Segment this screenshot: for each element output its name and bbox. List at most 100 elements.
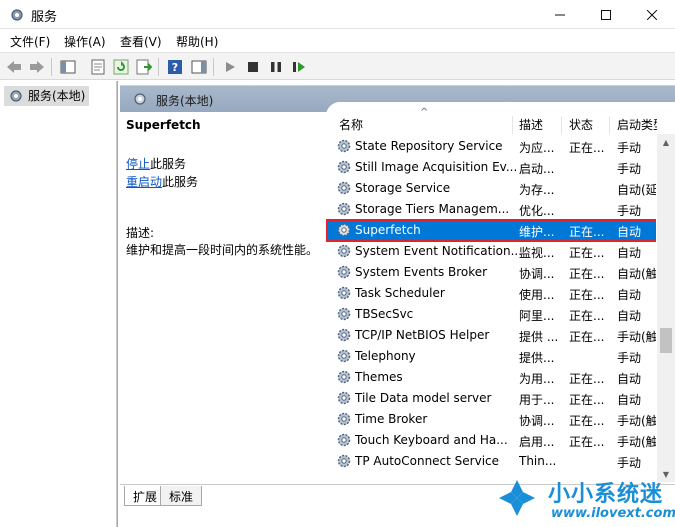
service-description: 为用... xyxy=(519,372,555,386)
service-status: 正在... xyxy=(569,267,605,281)
gear-icon xyxy=(337,307,351,321)
help-icon: ? xyxy=(168,60,182,74)
sort-ascending-icon: ^ xyxy=(420,107,429,118)
service-status: 正在... xyxy=(569,393,605,407)
service-startup-type: 自动 xyxy=(617,309,642,323)
gear-icon xyxy=(337,454,351,468)
service-row[interactable]: TP AutoConnect Service Thin... 手动 xyxy=(326,451,656,472)
pause-service-button[interactable] xyxy=(267,58,285,76)
service-row[interactable]: System Event Notification... 监视... 正在... 自动 xyxy=(326,241,656,262)
service-row[interactable]: Touch Keyboard and Ha... 启用... 正在... 手动(触..… xyxy=(326,430,656,451)
service-startup-type: 手动 xyxy=(617,351,642,365)
restart-service-button[interactable] xyxy=(290,58,308,76)
service-row[interactable]: System Events Broker 协调... 正在... 自动(触... xyxy=(326,262,656,283)
stop-service-button[interactable] xyxy=(244,58,262,76)
console-tree: 服务(本地) xyxy=(0,81,117,527)
start-service-button[interactable] xyxy=(221,58,239,76)
show-console-tree-icon xyxy=(60,60,76,74)
service-startup-type: 手动 xyxy=(617,204,642,218)
service-startup-type: 自动(延迟... xyxy=(617,183,656,197)
selected-service-title: Superfetch xyxy=(126,118,201,132)
help-button[interactable]: ? xyxy=(166,58,184,76)
menu-view[interactable]: 查看(V) xyxy=(120,33,162,50)
service-row[interactable]: Storage Service 为存... 自动(延迟... xyxy=(326,178,656,199)
scroll-up-button[interactable]: ▲ xyxy=(657,134,675,150)
column-header-description[interactable]: 描述 xyxy=(519,116,543,134)
service-row[interactable]: Time Broker 协调... 正在... 手动(触... xyxy=(326,409,656,430)
service-name: Still Image Acquisition Ev... xyxy=(355,160,518,174)
tree-item-services-local[interactable]: 服务(本地) xyxy=(4,86,90,106)
service-name: TCP/IP NetBIOS Helper xyxy=(355,328,490,342)
service-startup-type: 自动 xyxy=(617,372,642,386)
service-row[interactable]: Task Scheduler 使用... 正在... 自动 xyxy=(326,283,656,304)
tab-standard[interactable]: 标准 xyxy=(160,486,203,506)
close-button[interactable] xyxy=(629,0,675,29)
show-console-tree-button[interactable] xyxy=(59,58,77,76)
service-name: Task Scheduler xyxy=(355,286,445,300)
vertical-scrollbar[interactable]: ▲ ▼ xyxy=(657,134,675,482)
maximize-icon xyxy=(601,9,611,20)
service-status: 正在... xyxy=(569,309,605,323)
restart-service-suffix: 此服务 xyxy=(162,175,199,189)
service-description: 为应... xyxy=(519,141,555,155)
column-header-row: ^ 名称 描述 状态 启动类型 xyxy=(326,102,675,134)
services-list: ^ 名称 描述 状态 启动类型 State Repository Service… xyxy=(326,102,675,482)
gear-icon xyxy=(337,244,351,258)
service-row[interactable]: Storage Tiers Managem... 优化... 手动 xyxy=(326,199,656,220)
close-icon xyxy=(647,9,657,20)
service-description: 启用... xyxy=(519,435,555,449)
action-pane-icon xyxy=(191,60,207,74)
forward-icon xyxy=(30,61,44,73)
service-row[interactable]: TCP/IP NetBIOS Helper 提供 ... 正在... 手动(触... xyxy=(326,325,656,346)
service-startup-type: 手动 xyxy=(617,141,642,155)
menu-help[interactable]: 帮助(H) xyxy=(176,33,218,50)
services-gear-icon xyxy=(11,9,23,21)
gear-icon xyxy=(337,370,351,384)
back-button[interactable] xyxy=(5,58,23,76)
menu-bar: 文件(F) 操作(A) 查看(V) 帮助(H) xyxy=(0,30,675,52)
forward-button[interactable] xyxy=(28,58,46,76)
maximize-button[interactable] xyxy=(583,0,629,29)
menu-action[interactable]: 操作(A) xyxy=(64,33,106,50)
properties-icon xyxy=(91,59,105,75)
menu-file[interactable]: 文件(F) xyxy=(10,33,50,50)
back-icon xyxy=(7,61,21,73)
gear-icon xyxy=(337,202,351,216)
service-row-selected[interactable]: Superfetch 维护... 正在... 自动 xyxy=(326,219,656,242)
service-row[interactable]: TBSecSvc 阿里... 正在... 自动 xyxy=(326,304,656,325)
restart-service-link[interactable]: 重启动 xyxy=(126,175,162,189)
column-header-startup-type[interactable]: 启动类型 xyxy=(617,116,657,134)
gear-icon xyxy=(337,139,351,153)
service-description: 启动... xyxy=(519,162,555,176)
service-startup-type: 自动 xyxy=(617,288,642,302)
restart-service-icon xyxy=(293,62,305,72)
service-row[interactable]: Themes 为用... 正在... 自动 xyxy=(326,367,656,388)
gear-icon xyxy=(337,223,351,237)
column-header-name[interactable]: 名称 xyxy=(339,116,363,134)
service-row[interactable]: State Repository Service 为应... 正在... 手动 xyxy=(326,136,656,157)
pause-service-icon xyxy=(271,62,281,72)
properties-button[interactable] xyxy=(89,58,107,76)
stop-service-link[interactable]: 停止 xyxy=(126,157,150,171)
service-row[interactable]: Still Image Acquisition Ev... 启动... 手动 xyxy=(326,157,656,178)
export-list-button[interactable] xyxy=(135,58,153,76)
column-header-status[interactable]: 状态 xyxy=(569,116,593,134)
minimize-button[interactable] xyxy=(537,0,583,29)
service-startup-type: 自动 xyxy=(617,393,642,407)
services-gear-icon xyxy=(10,90,22,102)
scroll-thumb[interactable] xyxy=(660,328,672,353)
service-row[interactable]: Telephony 提供... 手动 xyxy=(326,346,656,367)
gear-icon xyxy=(337,328,351,342)
service-name: Storage Tiers Managem... xyxy=(355,202,510,216)
start-service-icon xyxy=(226,62,235,72)
service-description: 提供... xyxy=(519,351,555,365)
service-name: TP AutoConnect Service xyxy=(355,454,500,468)
gear-icon xyxy=(337,433,351,447)
service-startup-type: 自动 xyxy=(617,225,642,239)
action-pane-button[interactable] xyxy=(190,58,208,76)
service-row[interactable]: Tile Data model server 用于... 正在... 自动 xyxy=(326,388,656,409)
service-status: 正在... xyxy=(569,246,605,260)
gear-icon xyxy=(337,412,351,426)
column-divider xyxy=(561,116,562,134)
refresh-button[interactable] xyxy=(112,58,130,76)
